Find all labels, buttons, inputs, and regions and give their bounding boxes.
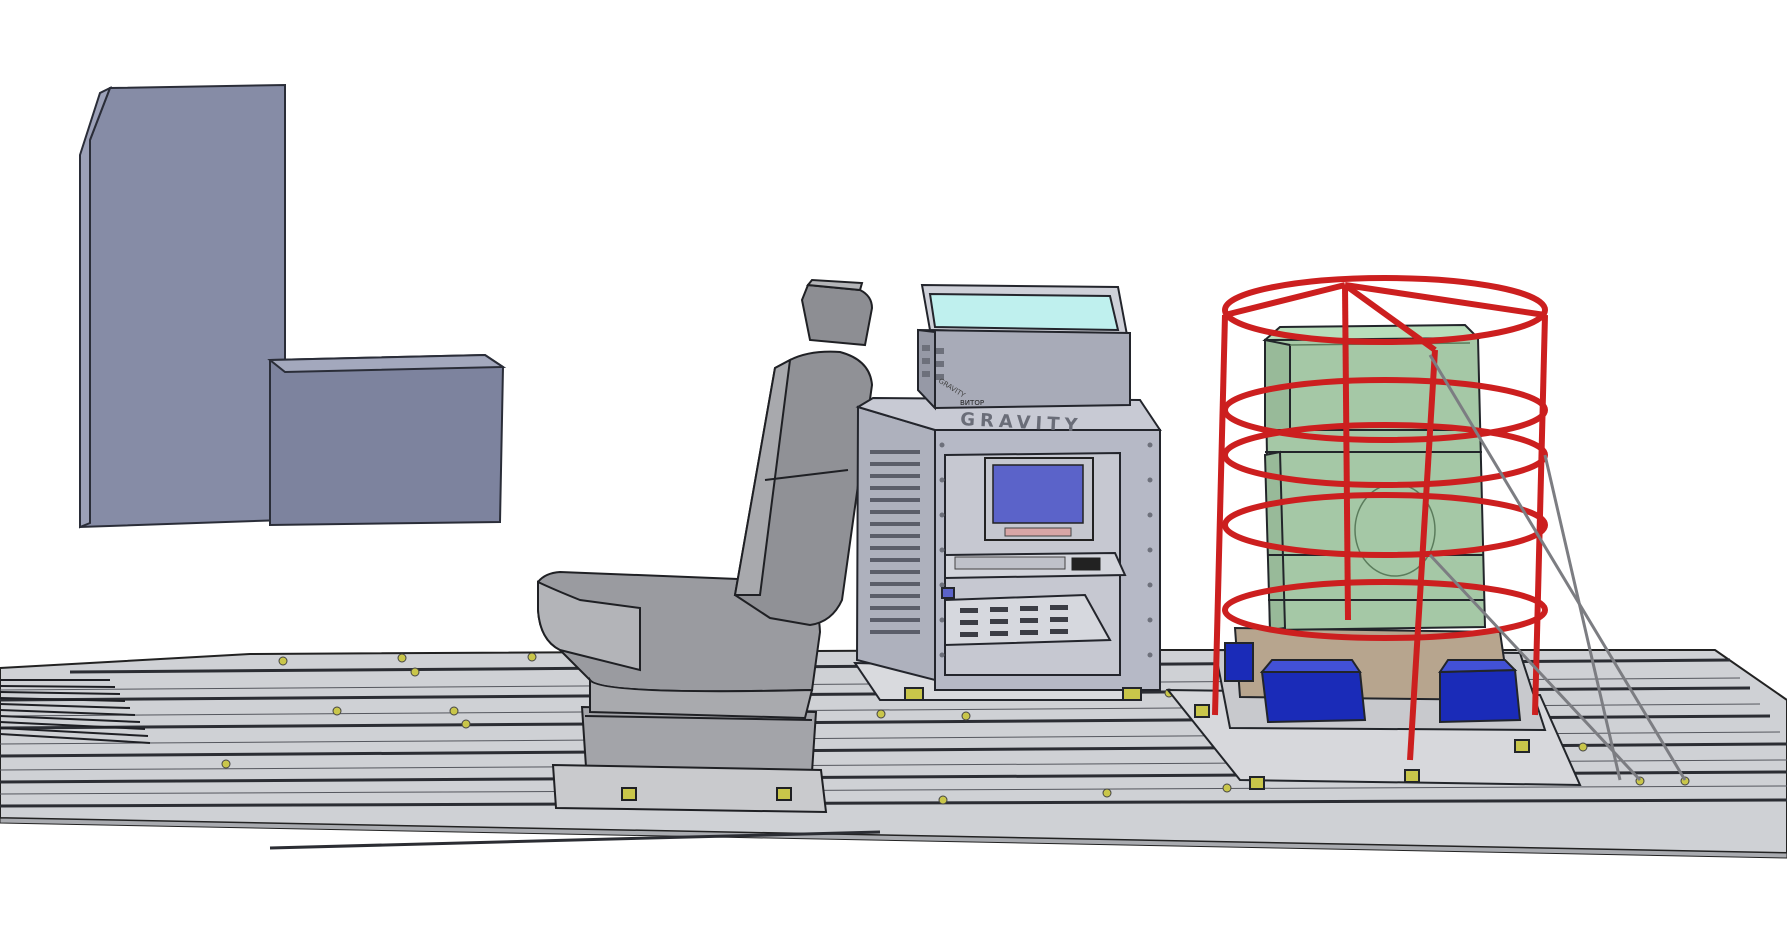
cad-scene: GRAVITY ВИТОР GRAVITY xyxy=(0,83,1787,859)
l-block xyxy=(78,83,507,529)
monitor xyxy=(984,457,1094,541)
keyboard-tray xyxy=(944,551,1127,580)
cabinet-panel-label: ВИТОР xyxy=(960,399,984,407)
control-cabinet: GRAVITY ВИТОР GRAVITY xyxy=(853,283,1162,701)
